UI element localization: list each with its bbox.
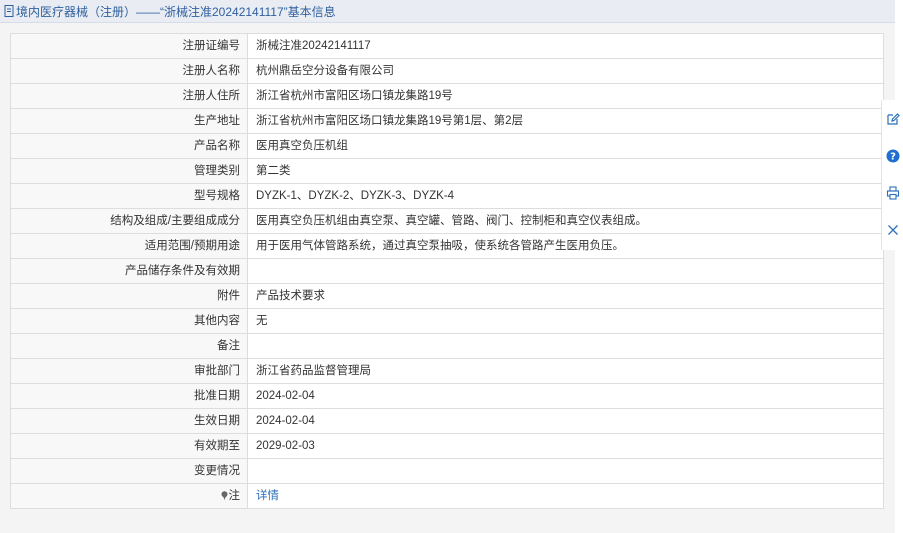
- row-value: 2024-02-04: [247, 408, 884, 434]
- print-icon: [886, 185, 900, 200]
- row-value: 2024-02-04: [247, 383, 884, 409]
- table-row: 批准日期 2024-02-04: [10, 383, 884, 409]
- table-row-note: 注 详情: [10, 483, 884, 509]
- row-value: 用于医用气体管路系统，通过真空泵抽吸，使系统各管路产生医用负压。: [247, 233, 884, 259]
- close-icon: [888, 224, 898, 235]
- table-row: 变更情况: [10, 458, 884, 484]
- table-row: 审批部门 浙江省药品监督管理局: [10, 358, 884, 384]
- row-label: 其他内容: [10, 308, 248, 334]
- table-row: 注册人名称 杭州鼎岳空分设备有限公司: [10, 58, 884, 84]
- row-label: 生产地址: [10, 108, 248, 134]
- table-row: 附件 产品技术要求: [10, 283, 884, 309]
- row-value: [247, 258, 884, 284]
- row-label: 适用范围/预期用途: [10, 233, 248, 259]
- edit-button[interactable]: [882, 100, 903, 137]
- table-row: 管理类别 第二类: [10, 158, 884, 184]
- row-value: [247, 333, 884, 359]
- table-row: 生产地址 浙江省杭州市富阳区场口镇龙集路19号第1层、第2层: [10, 108, 884, 134]
- edit-icon: [887, 112, 900, 125]
- table-row: 注册人住所 浙江省杭州市富阳区场口镇龙集路19号: [10, 83, 884, 109]
- row-value: 详情: [247, 483, 884, 509]
- row-value: DYZK-1、DYZK-2、DYZK-3、DYZK-4: [247, 183, 884, 209]
- row-label: 生效日期: [10, 408, 248, 434]
- row-label: 批准日期: [10, 383, 248, 409]
- row-value: 浙械注准20242141117: [247, 33, 884, 59]
- page-header: 境内医疗器械（注册）——“浙械注准20242141117”基本信息: [0, 0, 895, 23]
- row-label: 注: [10, 483, 248, 509]
- table-row: 产品名称 医用真空负压机组: [10, 133, 884, 159]
- row-value: 2029-02-03: [247, 433, 884, 459]
- info-table: 注册证编号 浙械注准20242141117 注册人名称 杭州鼎岳空分设备有限公司 注册人…: [10, 33, 884, 509]
- row-label: 注册证编号: [10, 33, 248, 59]
- page-title: 境内医疗器械（注册）——“浙械注准20242141117”基本信息: [16, 4, 336, 19]
- side-toolbar: ?: [881, 100, 903, 250]
- row-label: 管理类别: [10, 158, 248, 184]
- row-label: 产品名称: [10, 133, 248, 159]
- row-value: [247, 458, 884, 484]
- note-label: 注: [228, 490, 241, 502]
- table-row: 生效日期 2024-02-04: [10, 408, 884, 434]
- close-button[interactable]: [882, 211, 903, 248]
- svg-text:?: ?: [890, 151, 896, 162]
- row-label: 审批部门: [10, 358, 248, 384]
- help-button[interactable]: ?: [882, 137, 903, 174]
- table-row: 备注: [10, 333, 884, 359]
- row-value: 浙江省药品监督管理局: [247, 358, 884, 384]
- table-row: 有效期至 2029-02-03: [10, 433, 884, 459]
- document-icon: [4, 5, 14, 17]
- help-icon: ?: [886, 149, 900, 162]
- row-label: 变更情况: [10, 458, 248, 484]
- row-label: 结构及组成/主要组成成分: [10, 208, 248, 234]
- pin-icon: [221, 491, 227, 500]
- row-value: 医用真空负压机组由真空泵、真空罐、管路、阀门、控制柜和真空仪表组成。: [247, 208, 884, 234]
- table-row: 其他内容无: [10, 308, 884, 334]
- row-label: 产品储存条件及有效期: [10, 258, 248, 284]
- table-row: 产品储存条件及有效期: [10, 258, 884, 284]
- row-label: 附件: [10, 283, 248, 309]
- row-value: 产品技术要求: [247, 283, 884, 309]
- info-panel: 注册证编号 浙械注准20242141117 注册人名称 杭州鼎岳空分设备有限公司 注册人…: [0, 23, 895, 533]
- row-label: 备注: [10, 333, 248, 359]
- print-button[interactable]: [882, 174, 903, 211]
- row-value: 医用真空负压机组: [247, 133, 884, 159]
- details-link[interactable]: 详情: [256, 490, 279, 502]
- table-row: 结构及组成/主要组成成分 医用真空负压机组由真空泵、真空罐、管路、阀门、控制柜和真…: [10, 208, 884, 234]
- row-value: 无: [247, 308, 884, 334]
- row-label: 有效期至: [10, 433, 248, 459]
- row-value: 杭州鼎岳空分设备有限公司: [247, 58, 884, 84]
- row-label: 注册人名称: [10, 58, 248, 84]
- table-row: 型号规格 DYZK-1、DYZK-2、DYZK-3、DYZK-4: [10, 183, 884, 209]
- table-row: 注册证编号 浙械注准20242141117: [10, 33, 884, 59]
- row-value: 浙江省杭州市富阳区场口镇龙集路19号第1层、第2层: [247, 108, 884, 134]
- table-row: 适用范围/预期用途 用于医用气体管路系统，通过真空泵抽吸，使系统各管路产生医用负压…: [10, 233, 884, 259]
- row-label: 注册人住所: [10, 83, 248, 109]
- row-label: 型号规格: [10, 183, 248, 209]
- row-value: 第二类: [247, 158, 884, 184]
- row-value: 浙江省杭州市富阳区场口镇龙集路19号: [247, 83, 884, 109]
